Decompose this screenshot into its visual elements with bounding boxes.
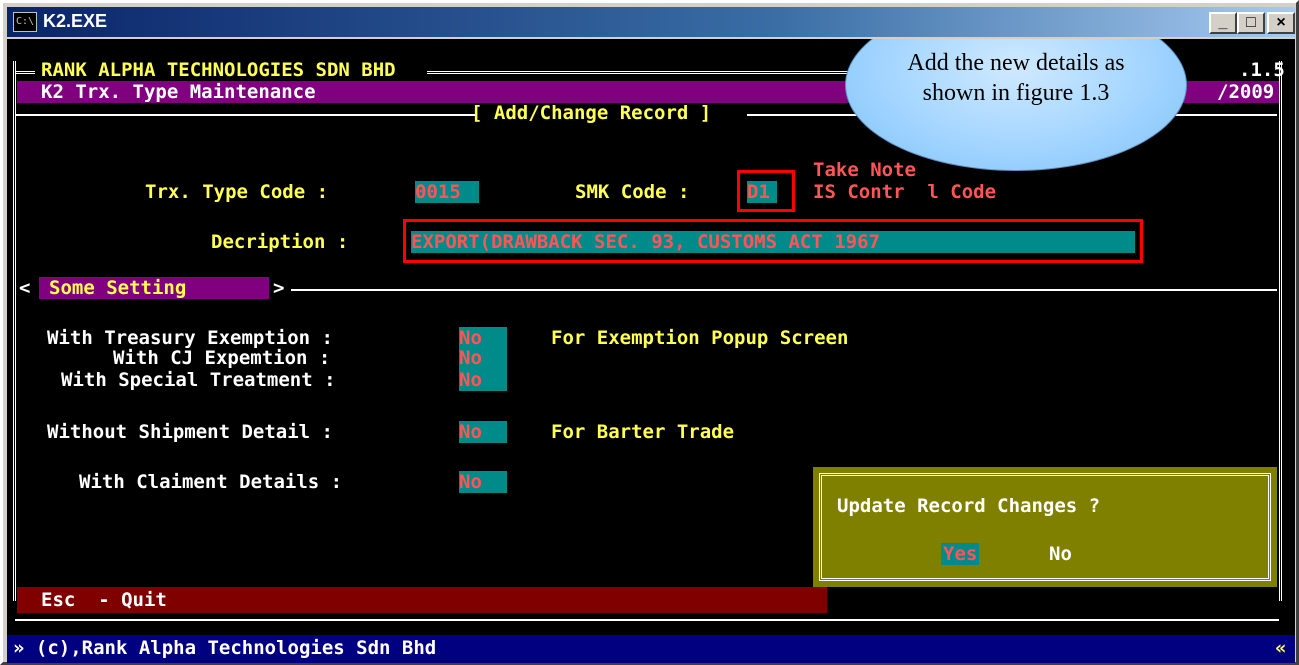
take-note-text: Take Note <box>813 159 916 181</box>
section-title: [ Add/Change Record ] <box>471 102 712 124</box>
update-dialog-frame <box>819 473 1271 581</box>
no-button[interactable]: No <box>1049 543 1072 565</box>
frame-right <box>1279 61 1282 601</box>
frame-bottom <box>15 619 1279 621</box>
console-window: C:\ K2.EXE _ □ × RANK ALPHA TECHNOLOGIES… <box>0 0 1299 665</box>
special-input[interactable]: No <box>459 369 507 391</box>
title-bar[interactable]: C:\ K2.EXE _ □ × <box>7 7 1295 37</box>
callout-line-2: shown in figure 1.3 <box>922 80 1110 106</box>
esc-quit-hint[interactable]: Esc - Quit <box>41 589 167 611</box>
maximize-button[interactable]: □ <box>1237 12 1265 34</box>
update-dialog: Update Record Changes ? Yes No <box>813 467 1277 587</box>
claiment-label: With Claiment Details : <box>79 471 343 493</box>
shipment-input[interactable]: No <box>459 421 507 443</box>
console-screen[interactable]: RANK ALPHA TECHNOLOGIES SDN BHD .1.5 K2 … <box>7 39 1295 663</box>
version-text: .1.5 <box>1239 59 1285 81</box>
yes-button[interactable]: Yes <box>941 543 980 565</box>
window-title: K2.EXE <box>43 11 108 31</box>
shipment-hint: For Barter Trade <box>551 421 735 443</box>
treasury-input[interactable]: No <box>459 327 507 349</box>
cj-input[interactable]: No <box>459 347 507 369</box>
smk-highlight-box <box>737 170 795 212</box>
update-question: Update Record Changes ? <box>837 495 1101 517</box>
control-code-text: IS Contr l Code <box>813 181 997 203</box>
treasury-hint: For Exemption Popup Screen <box>551 327 849 349</box>
claiment-input[interactable]: No <box>459 471 507 493</box>
description-highlight-box <box>403 219 1143 263</box>
setting-rule <box>291 289 1277 291</box>
treasury-label: With Treasury Exemption : <box>47 327 333 349</box>
console-app-icon[interactable]: C:\ <box>13 12 37 32</box>
setting-bracket-left: < <box>19 277 31 299</box>
setting-bracket-right: > <box>273 277 285 299</box>
some-setting-label: Some Setting <box>49 277 187 299</box>
frame-top-mid <box>427 71 867 74</box>
smk-code-label: SMK Code : <box>575 181 690 203</box>
trx-type-label: Trx. Type Code : <box>145 181 329 203</box>
module-title: K2 Trx. Type Maintenance <box>41 81 316 103</box>
frame-top-left <box>15 71 35 74</box>
trx-type-input[interactable]: 0015 <box>415 181 479 203</box>
special-label: With Special Treatment : <box>61 369 336 391</box>
section-rule-left <box>15 114 475 116</box>
callout-line-1: Add the new details as <box>907 50 1125 76</box>
date-text: /2009 <box>1217 81 1275 103</box>
shipment-label: Without Shipment Detail : <box>47 421 333 443</box>
minimize-button[interactable]: _ <box>1209 12 1237 34</box>
cj-label: With CJ Expemtion : <box>113 347 331 369</box>
description-label: Decription : <box>211 231 349 253</box>
copyright-text: » (c),Rank Alpha Technologies Sdn Bhd <box>13 637 437 659</box>
close-button[interactable]: × <box>1267 12 1295 34</box>
company-name: RANK ALPHA TECHNOLOGIES SDN BHD <box>41 59 396 81</box>
frame-left <box>13 61 16 601</box>
callout-bubble: Add the new details as shown in figure 1… <box>845 39 1187 171</box>
status-right-marker: « <box>1275 637 1287 659</box>
